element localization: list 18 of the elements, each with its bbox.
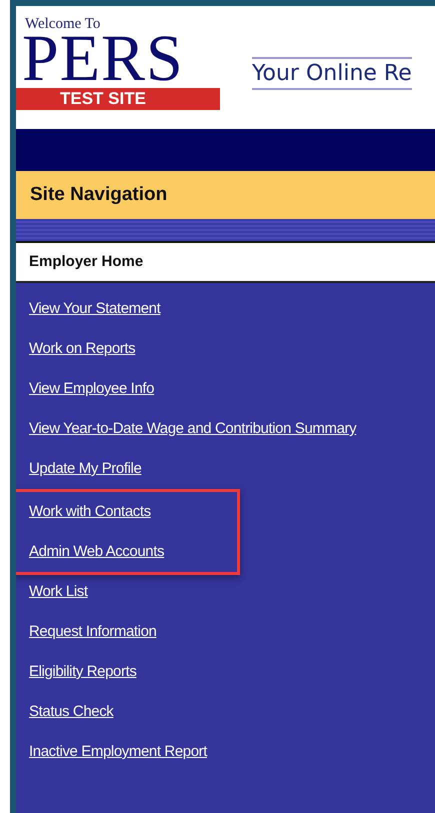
nav-link[interactable]: Inactive Employment Report [29, 732, 208, 772]
nav-link[interactable]: Status Check [29, 692, 114, 732]
nav-link[interactable]: Work with Contacts [29, 492, 151, 532]
logo-name: PERS [22, 32, 185, 86]
nav-link[interactable]: View Employee Info [29, 369, 154, 409]
navigation-heading: Site Navigation [16, 171, 435, 219]
nav-link[interactable]: Work on Reports [29, 329, 136, 369]
nav-link[interactable]: Request Information [29, 612, 156, 652]
nav-link[interactable]: Update My Profile [29, 449, 142, 489]
site-title: Your Online Re [252, 57, 412, 90]
logo-welcome-text: Welcome To [25, 16, 102, 32]
nav-link[interactable]: Work List [29, 572, 88, 612]
nav-link[interactable]: Admin Web Accounts [29, 532, 164, 572]
nav-link[interactable]: Eligibility Reports [29, 652, 136, 692]
nav-link[interactable]: View Year-to-Date Wage and Contribution Summary [29, 409, 356, 449]
section-header: Employer Home [16, 243, 435, 283]
nav-link[interactable]: View Your Statement [29, 289, 160, 329]
test-site-banner: TEST SITE [16, 88, 220, 110]
